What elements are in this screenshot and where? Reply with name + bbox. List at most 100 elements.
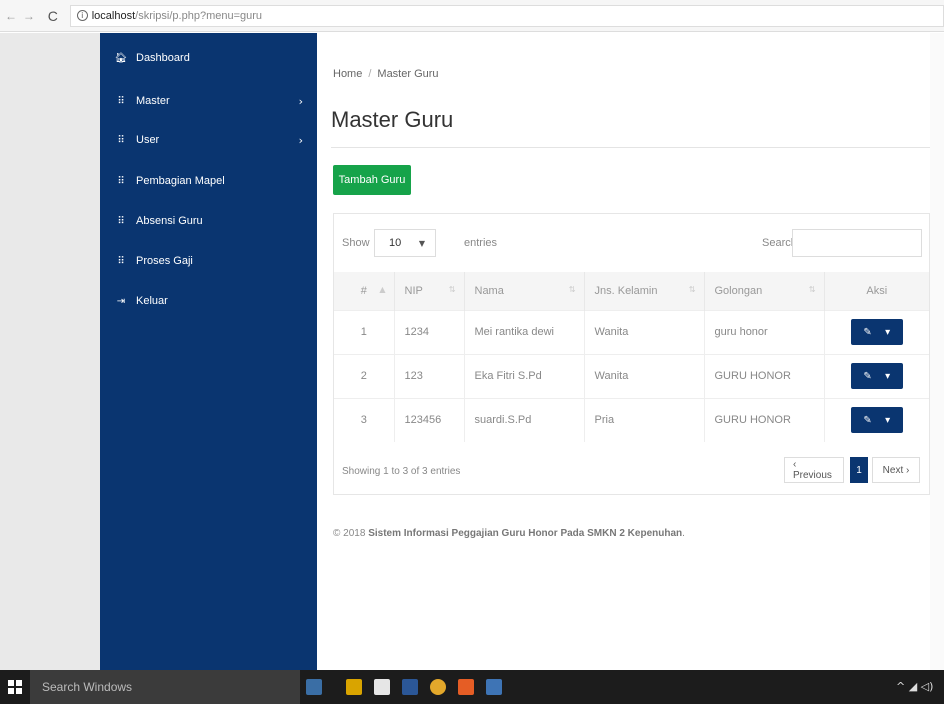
cell-nip: 123	[394, 353, 465, 398]
cell-jenis-kelamin: Wanita	[584, 309, 705, 354]
footer-period: .	[682, 528, 685, 539]
cell-aksi: ✎ ▾	[824, 309, 929, 354]
cell-number: 1	[334, 309, 395, 354]
cell-number: 3	[334, 397, 395, 442]
taskbar: Search Windows ^ ◢ ◁)	[0, 670, 944, 704]
sidebar-item-label: Proses Gaji	[136, 255, 193, 267]
forward-icon[interactable]: →	[22, 9, 36, 23]
col-header-label: #	[360, 284, 367, 297]
logout-icon: ⇥	[116, 295, 126, 307]
sort-asc-icon: ▲	[379, 285, 386, 294]
sidebar-item-dashboard[interactable]: 🏠︎ Dashboard	[100, 43, 317, 73]
home-icon: 🏠︎	[114, 52, 128, 64]
breadcrumb-separator: /	[368, 68, 372, 80]
caret-down-icon: ▾	[885, 414, 891, 426]
sidebar-item-label: Dashboard	[136, 52, 190, 64]
page-title: Master Guru	[331, 107, 454, 132]
reload-icon[interactable]: C	[46, 8, 60, 24]
cell-nip: 1234	[394, 309, 465, 354]
col-header-jenis-kelamin[interactable]: Jns. Kelamin ⇅	[584, 272, 705, 310]
url-path: /skripsi/p.php?menu=guru	[135, 9, 263, 22]
sidebar-item-label: Keluar	[136, 295, 168, 307]
task-view-icon[interactable]	[306, 679, 322, 695]
chrome-icon[interactable]	[430, 679, 446, 695]
browser-toolbar: ← → C i localhost/skripsi/p.php?menu=gur…	[0, 0, 944, 32]
table-row: 1 1234 Mei rantika dewi Wanita guru hono…	[334, 309, 929, 354]
show-label: Show	[342, 237, 370, 249]
address-bar[interactable]: i localhost/skripsi/p.php?menu=guru	[69, 4, 944, 27]
entries-length-select[interactable]: 10 ▼	[374, 229, 436, 257]
cell-number: 2	[334, 353, 395, 398]
pencil-icon: ✎	[863, 370, 872, 382]
grid-icon: ⠿	[117, 134, 125, 146]
guru-table: # ▲ NIP ⇅ Nama ⇅ Jns. Kelamin ⇅ Golongan ⇅ Ak…	[334, 272, 929, 442]
col-header-label: Nama	[474, 284, 504, 297]
page-1-button[interactable]: 1	[850, 457, 868, 483]
page-right-margin	[930, 33, 944, 670]
sidebar-item-master[interactable]: ⠿ Master ›	[100, 86, 317, 116]
chevron-right-icon: ›	[298, 133, 303, 147]
windows-search-box[interactable]: Search Windows	[30, 670, 300, 704]
previous-page-button[interactable]: ‹ Previous	[784, 457, 844, 483]
file-explorer-icon[interactable]	[346, 679, 362, 695]
grid-icon: ⠿	[117, 95, 125, 107]
back-icon[interactable]: ←	[4, 9, 18, 23]
sidebar-item-label: Pembagian Mapel	[136, 175, 225, 187]
sidebar-item-pembagian-mapel[interactable]: ⠿ Pembagian Mapel	[100, 166, 317, 196]
cell-nama: suardi.S.Pd	[464, 397, 585, 442]
action-dropdown-button[interactable]: ✎ ▾	[850, 319, 903, 345]
search-input[interactable]	[792, 229, 922, 257]
sidebar-item-keluar[interactable]: ⇥ Keluar	[100, 286, 317, 316]
divider	[331, 147, 930, 148]
system-tray-icons[interactable]: ^ ◢ ◁)	[896, 680, 933, 693]
cell-golongan: GURU HONOR	[704, 397, 825, 442]
col-header-label: Aksi	[866, 284, 888, 297]
cell-golongan: guru honor	[704, 309, 825, 354]
caret-down-icon: ▾	[885, 326, 891, 338]
chevron-right-icon: ›	[298, 94, 303, 108]
info-icon[interactable]: i	[76, 10, 88, 21]
action-dropdown-button[interactable]: ✎ ▾	[850, 363, 903, 389]
sidebar-item-label: Master	[136, 95, 170, 107]
sidebar-item-user[interactable]: ⠿ User ›	[100, 125, 317, 155]
col-header-number[interactable]: # ▲	[334, 272, 395, 310]
add-guru-button[interactable]: Tambah Guru	[333, 165, 411, 195]
sidebar-item-proses-gaji[interactable]: ⠿ Proses Gaji	[100, 246, 317, 276]
sidebar: 🏠︎ Dashboard ⠿ Master › ⠿ User › ⠿ Pemba…	[100, 33, 317, 670]
table-row: 2 123 Eka Fitri S.Pd Wanita GURU HONOR ✎…	[334, 353, 929, 398]
table-header-row: # ▲ NIP ⇅ Nama ⇅ Jns. Kelamin ⇅ Golongan ⇅ Ak…	[334, 272, 929, 310]
cell-aksi: ✎ ▾	[824, 353, 929, 398]
pencil-icon: ✎	[863, 326, 872, 338]
col-header-label: Golongan	[714, 284, 763, 297]
table-panel: Show 10 ▼ entries Search: # ▲ NIP ⇅ Nama ⇅ …	[333, 213, 930, 495]
url-host: localhost	[91, 9, 136, 22]
cell-aksi: ✎ ▾	[824, 397, 929, 442]
next-page-button[interactable]: Next ›	[872, 457, 920, 483]
footer-copyright: © 2018	[333, 528, 366, 539]
breadcrumb-home[interactable]: Home	[333, 68, 362, 80]
grid-icon: ⠿	[117, 175, 125, 187]
sort-icon: ⇅	[448, 285, 456, 294]
page-left-margin	[0, 33, 100, 670]
app-icon[interactable]	[486, 679, 502, 695]
grid-icon: ⠿	[117, 255, 125, 267]
store-icon[interactable]	[374, 679, 390, 695]
col-header-nip[interactable]: NIP ⇅	[394, 272, 465, 310]
chevron-down-icon: ▼	[418, 238, 425, 248]
sidebar-item-label: User	[136, 134, 160, 146]
action-dropdown-button[interactable]: ✎ ▾	[850, 407, 903, 434]
main-content: Home / Master Guru Master Guru Tambah Guru…	[317, 33, 930, 670]
table-row: 3 123456 suardi.S.Pd Pria GURU HONOR ✎ ▾	[334, 397, 929, 442]
sort-icon: ⇅	[568, 285, 576, 294]
sort-icon: ⇅	[688, 285, 696, 294]
xampp-icon[interactable]	[458, 679, 474, 695]
col-header-nama[interactable]: Nama ⇅	[464, 272, 585, 310]
photoshop-icon[interactable]	[402, 679, 418, 695]
windows-start-icon[interactable]	[8, 680, 22, 694]
cell-nama: Mei rantika dewi	[464, 309, 585, 354]
col-header-label: NIP	[404, 284, 423, 297]
breadcrumb-current: Master Guru	[377, 68, 439, 80]
footer: © 2018 Sistem Informasi Peggajian Guru H…	[333, 528, 685, 539]
col-header-golongan[interactable]: Golongan ⇅	[704, 272, 825, 310]
sidebar-item-absensi-guru[interactable]: ⠿ Absensi Guru	[100, 206, 317, 236]
